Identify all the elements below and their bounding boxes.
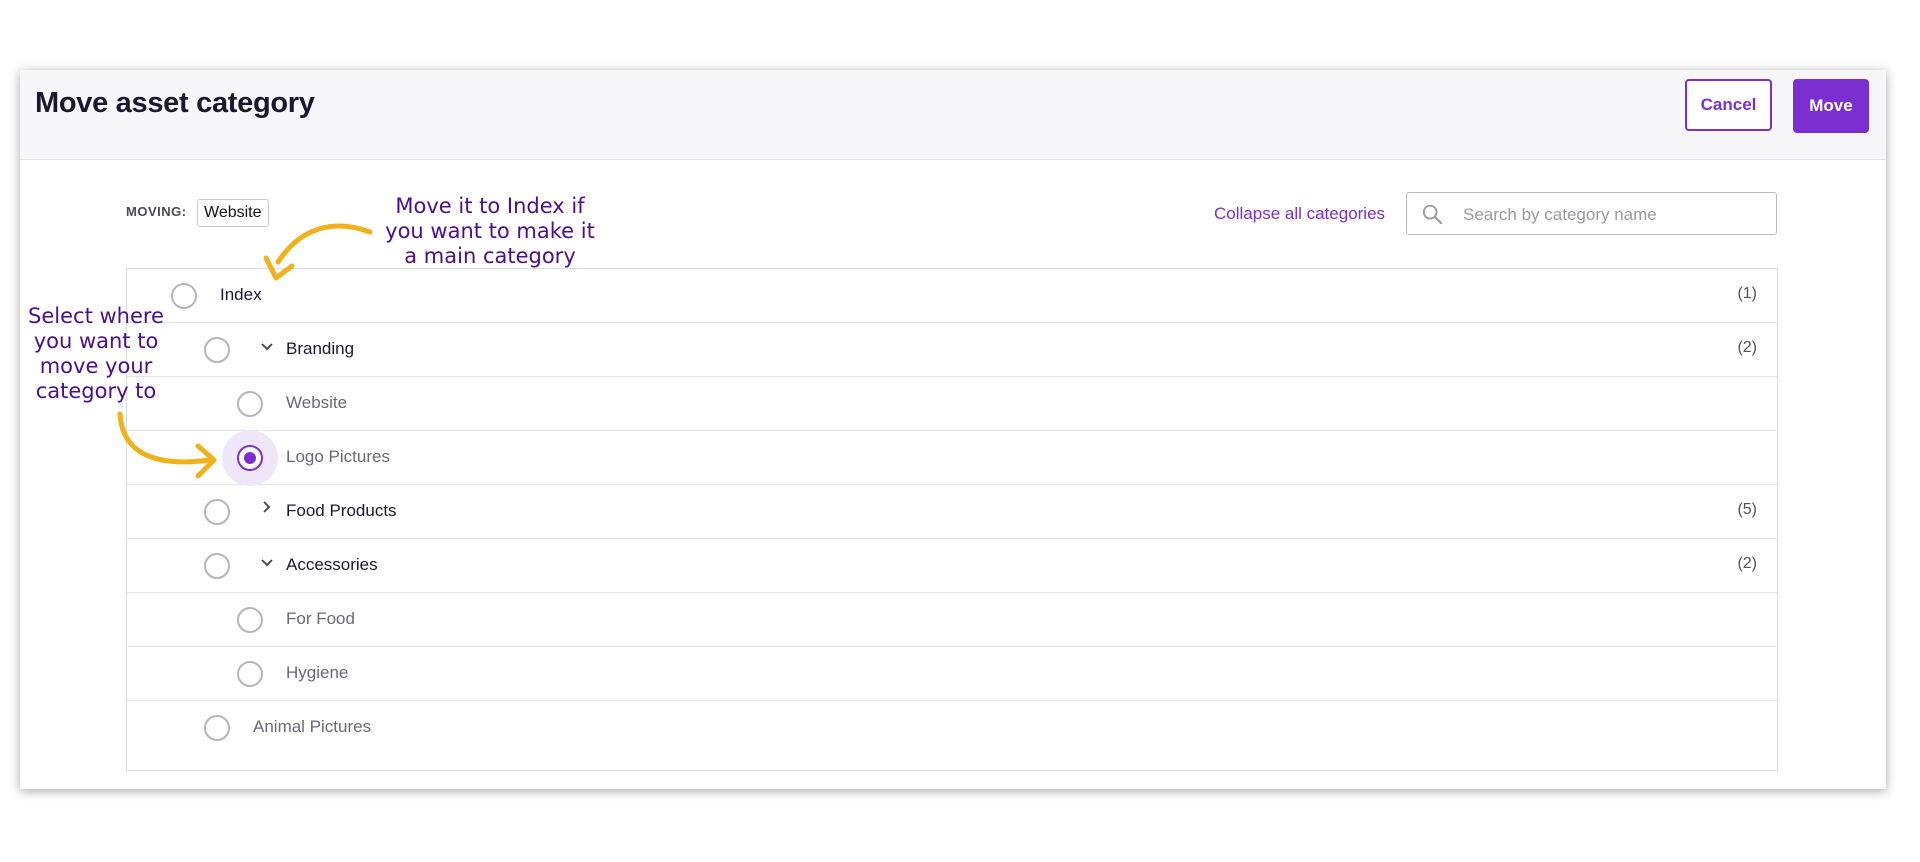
radio-index[interactable] xyxy=(171,283,197,309)
tree-row-label: Accessories xyxy=(286,555,378,574)
radio-food-products[interactable] xyxy=(204,499,230,525)
tree-row-count: (2) xyxy=(1737,339,1757,356)
search-icon xyxy=(1422,204,1443,225)
moving-label: MOVING: xyxy=(126,204,187,219)
radio-website[interactable] xyxy=(237,391,263,417)
annotation-line: a main category xyxy=(404,244,576,268)
tree-row-label: For Food xyxy=(286,609,355,628)
tree-row-label: Website xyxy=(286,393,348,412)
tree-row-count: (1) xyxy=(1737,285,1757,302)
tree-row-hygiene[interactable]: Hygiene xyxy=(127,647,1777,701)
annotation-line: Move it to Index if xyxy=(395,194,585,218)
tree-row-count: (2) xyxy=(1737,555,1757,572)
annotation-line: move your xyxy=(39,354,153,378)
chevron-down-icon[interactable] xyxy=(259,555,275,571)
radio-for-food[interactable] xyxy=(237,607,263,633)
tree-row-count: (5) xyxy=(1737,501,1757,518)
radio-branding[interactable] xyxy=(204,337,230,363)
dialog-header: Move asset category Cancel Move xyxy=(20,70,1886,160)
dialog-title: Move asset category xyxy=(35,87,315,119)
radio-logo-pictures[interactable] xyxy=(237,445,263,471)
tree-row-accessories[interactable]: Accessories (2) xyxy=(127,539,1777,593)
select-annotation: Select where you want to move your categ… xyxy=(18,304,174,404)
move-button[interactable]: Move xyxy=(1793,79,1869,133)
move-category-dialog: Move asset category Cancel Move MOVING: … xyxy=(20,70,1886,789)
tree-row-branding[interactable]: Branding (2) xyxy=(127,323,1777,377)
select-arrow-icon xyxy=(117,411,217,479)
tree-row-label: Food Products xyxy=(286,501,397,520)
annotation-line: you want to xyxy=(33,329,159,353)
radio-animal-pictures[interactable] xyxy=(204,715,230,741)
category-search[interactable] xyxy=(1406,192,1777,236)
tree-row-for-food[interactable]: For Food xyxy=(127,593,1777,647)
tree-row-label: Logo Pictures xyxy=(286,447,390,466)
chevron-right-icon[interactable] xyxy=(259,499,275,515)
tree-row-label: Hygiene xyxy=(286,663,349,682)
annotation-line: Select where xyxy=(28,304,164,328)
tree-row-animal-pictures[interactable]: Animal Pictures xyxy=(127,701,1777,770)
tree-row-label: Index xyxy=(220,285,262,304)
radio-accessories[interactable] xyxy=(204,553,230,579)
tree-row-label: Animal Pictures xyxy=(253,717,372,736)
cancel-button[interactable]: Cancel xyxy=(1685,79,1772,131)
tree-row-logo-pictures[interactable]: Logo Pictures xyxy=(127,430,1777,486)
tree-row-website[interactable]: Website xyxy=(127,377,1777,431)
tree-row-food-products[interactable]: Food Products (5) xyxy=(127,485,1777,539)
category-tree: Index (1) Branding (2) Website Logo Pict… xyxy=(126,268,1778,771)
index-annotation: Move it to Index if you want to make it … xyxy=(380,194,600,269)
annotation-line: category to xyxy=(35,379,157,403)
search-input[interactable] xyxy=(1461,193,1765,236)
tree-row-label: Branding xyxy=(286,339,355,358)
annotation-line: you want to make it xyxy=(385,219,595,243)
index-arrow-icon xyxy=(263,223,373,281)
radio-hygiene[interactable] xyxy=(237,661,263,687)
chevron-down-icon[interactable] xyxy=(259,339,275,355)
collapse-all-link[interactable]: Collapse all categories xyxy=(1214,204,1385,224)
